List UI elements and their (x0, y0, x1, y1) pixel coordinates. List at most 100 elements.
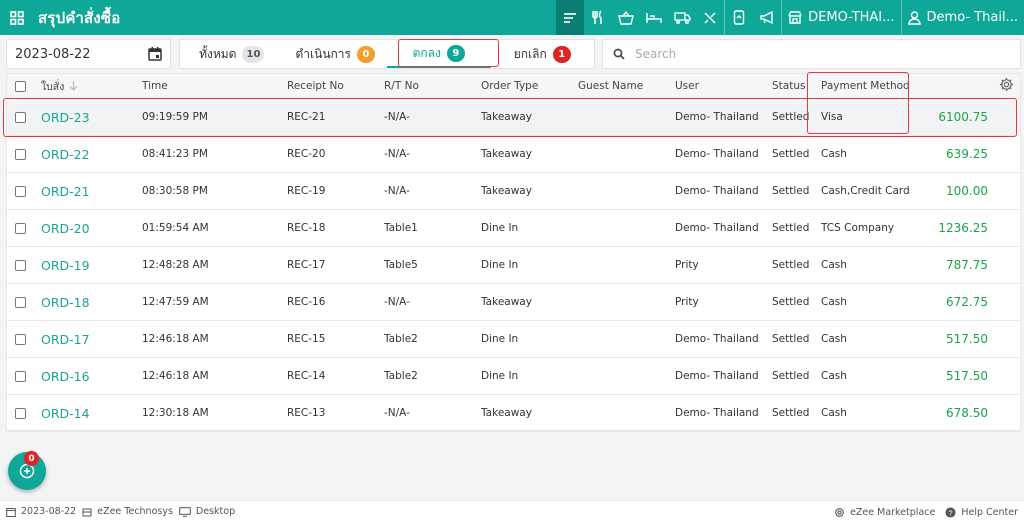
order-link[interactable]: ORD-18 (41, 284, 90, 320)
cell-status: Settled (772, 148, 810, 160)
cell-amount: 1236.25 (938, 221, 988, 235)
row-checkbox[interactable] (15, 222, 26, 234)
cell-payment: TCS Company (821, 222, 895, 234)
header-user[interactable]: User (675, 74, 699, 98)
mobile-order-icon[interactable] (725, 0, 753, 35)
cell-rt: Table1 (384, 222, 418, 234)
footer-right: eZee Marketplace ? Help Center (824, 501, 1018, 522)
cell-order-type: Dine In (481, 259, 519, 271)
delivery-truck-icon[interactable] (668, 0, 696, 35)
user-menu[interactable]: Demo- Thail... (902, 0, 1024, 35)
cell-receipt: REC-14 (287, 370, 326, 382)
footer-date: 2023-08-22 (6, 506, 76, 517)
cell-time: 01:59:54 AM (142, 222, 209, 234)
megaphone-icon[interactable] (753, 0, 781, 35)
order-summary-nav-icon[interactable] (556, 0, 585, 35)
cell-amount: 639.25 (946, 147, 988, 161)
row-checkbox[interactable] (15, 407, 26, 419)
top-bar: สรุปคำสั่งซื้อ DEMO-THAI... Demo- Thail.… (0, 0, 1024, 35)
table-row[interactable]: ORD-17 12:46:18 AM REC-15 Table2 Dine In Demo… (7, 321, 1020, 358)
tools-icon[interactable] (696, 0, 724, 35)
tab-in-progress[interactable]: ดำเนินการ 0 (284, 40, 388, 68)
marketplace-text: eZee Marketplace (850, 506, 936, 518)
payment-method-highlight (807, 72, 909, 134)
order-link[interactable]: ORD-22 (41, 136, 90, 172)
cell-rt: -N/A- (384, 185, 410, 197)
row-checkbox-cell (15, 321, 26, 357)
user-icon (907, 10, 921, 25)
table-row[interactable]: ORD-20 01:59:54 AM REC-18 Table1 Dine In Demo… (7, 210, 1020, 247)
top-nav: DEMO-THAI... Demo- Thail... (556, 0, 1024, 35)
tab-cancelled[interactable]: ยกเลิก 1 (491, 40, 595, 68)
header-time[interactable]: Time (142, 74, 168, 98)
row-checkbox-cell (15, 210, 26, 246)
table-row[interactable]: ORD-16 12:46:18 AM REC-14 Table2 Dine In Demo… (7, 358, 1020, 395)
cell-user: Demo- Thailand (675, 407, 759, 419)
select-all-checkbox[interactable] (15, 80, 26, 92)
table-row[interactable]: ORD-22 08:41:23 PM REC-20 -N/A- Takeaway Demo… (7, 136, 1020, 173)
column-settings-gear-icon[interactable] (999, 77, 1014, 92)
header-rt[interactable]: R/T No (384, 74, 419, 98)
footer-date-text: 2023-08-22 (21, 506, 77, 517)
row-checkbox-cell (15, 395, 26, 431)
row-checkbox-cell (15, 284, 26, 320)
cell-amount: 100.00 (946, 184, 988, 198)
order-link[interactable]: ORD-14 (41, 395, 90, 431)
cell-time: 08:30:58 PM (142, 185, 208, 197)
search-input[interactable]: Search (602, 39, 1021, 69)
row-checkbox[interactable] (15, 333, 26, 345)
header-order-type[interactable]: Order Type (481, 74, 538, 98)
row-checkbox-cell (15, 358, 26, 394)
help-center-link[interactable]: ? Help Center (945, 507, 1018, 518)
row-checkbox[interactable] (15, 259, 26, 271)
header-guest[interactable]: Guest Name (578, 74, 643, 98)
date-picker[interactable]: 2023-08-22 (6, 39, 171, 69)
order-link[interactable]: ORD-16 (41, 358, 90, 394)
cell-status: Settled (772, 296, 810, 308)
cell-user: Demo- Thailand (675, 185, 759, 197)
order-link[interactable]: ORD-20 (41, 210, 90, 246)
cell-user: Demo- Thailand (675, 148, 759, 160)
tab-all[interactable]: ทั้งหมด 10 (180, 40, 284, 68)
header-receipt[interactable]: Receipt No (287, 74, 344, 98)
header-order[interactable]: ใบสั่ง (41, 74, 78, 98)
outlet-selector[interactable]: DEMO-THAI... (782, 0, 900, 35)
table-row[interactable]: ORD-21 08:30:58 PM REC-19 -N/A- Takeaway Demo… (7, 173, 1020, 210)
footer-bar: 2023-08-22 eZee Technosys Desktop eZee M… (0, 500, 1024, 522)
cell-user: Prity (675, 259, 699, 271)
row-checkbox[interactable] (15, 370, 26, 382)
cell-order-type: Takeaway (481, 185, 532, 197)
cell-payment: Cash,Credit Card (821, 185, 910, 197)
row-checkbox-cell (15, 136, 26, 172)
table-row[interactable]: ORD-14 12:30:18 AM REC-13 -N/A- Takeaway Demo… (7, 395, 1020, 432)
fab-count-badge: 0 (24, 451, 39, 466)
cell-order-type: Takeaway (481, 407, 532, 419)
sort-arrow-down-icon[interactable] (69, 81, 78, 91)
calendar-icon (6, 507, 16, 517)
apps-grid-icon[interactable] (0, 0, 34, 35)
restaurant-icon[interactable] (584, 0, 612, 35)
row-checkbox[interactable] (15, 296, 26, 308)
tab-in-progress-count: 0 (357, 45, 375, 63)
cell-payment: Cash (821, 148, 847, 160)
table-row[interactable]: ORD-19 12:48:28 AM REC-17 Table5 Dine In Prit… (7, 247, 1020, 284)
header-status[interactable]: Status (772, 74, 805, 98)
basket-icon[interactable] (612, 0, 640, 35)
cell-payment: Cash (821, 407, 847, 419)
order-link[interactable]: ORD-21 (41, 173, 90, 209)
building-icon (82, 508, 92, 516)
order-link[interactable]: ORD-19 (41, 247, 90, 283)
search-icon (613, 48, 625, 60)
running-orders-fab[interactable]: 0 (8, 451, 46, 490)
bed-icon[interactable] (640, 0, 668, 35)
outlet-name: DEMO-THAI... (808, 10, 895, 25)
marketplace-link[interactable]: eZee Marketplace (834, 507, 935, 518)
cell-status: Settled (772, 407, 810, 419)
cell-rt: Table2 (384, 370, 418, 382)
table-row[interactable]: ORD-18 12:47:59 AM REC-16 -N/A- Takeaway Prit… (7, 284, 1020, 321)
calendar-icon[interactable] (148, 47, 162, 61)
row-checkbox[interactable] (15, 185, 26, 197)
order-link[interactable]: ORD-17 (41, 321, 90, 357)
select-all-checkbox-cell (15, 74, 26, 98)
row-checkbox[interactable] (15, 148, 26, 160)
